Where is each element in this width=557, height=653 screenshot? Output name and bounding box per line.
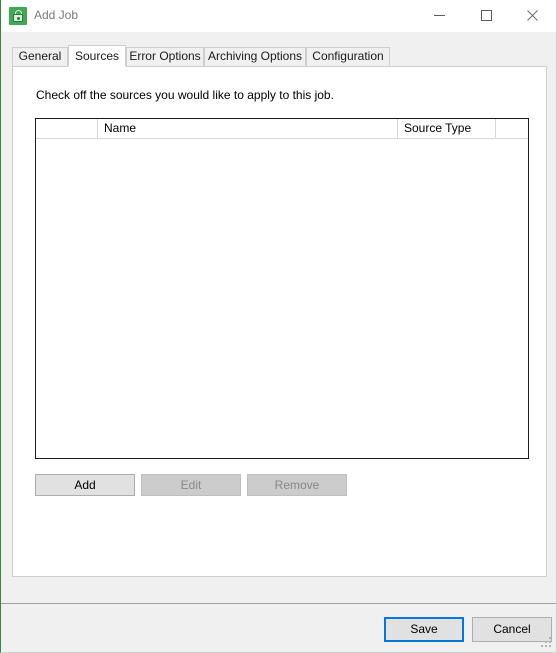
cancel-button[interactable]: Cancel [472, 617, 552, 642]
minimize-icon[interactable] [416, 0, 462, 31]
column-header-name[interactable]: Name [98, 119, 398, 138]
tab-error-options[interactable]: Error Options [126, 47, 204, 66]
tab-archiving-options[interactable]: Archiving Options [204, 47, 306, 66]
column-header-source-type[interactable]: Source Type [398, 119, 496, 138]
window-title: Add Job [34, 8, 79, 22]
resize-grip[interactable] [541, 637, 553, 649]
sources-list-view[interactable]: Name Source Type [35, 118, 529, 459]
dialog-footer: Save Cancel [1, 604, 556, 652]
tab-general[interactable]: General [12, 47, 68, 66]
close-icon[interactable] [509, 0, 555, 31]
maximize-icon[interactable] [463, 0, 509, 31]
title-bar: Add Job [1, 0, 556, 32]
column-header-checkbox[interactable] [36, 119, 98, 138]
sources-list-header: Name Source Type [36, 119, 528, 139]
tab-bar: General Sources Error Options Archiving … [12, 45, 552, 67]
tab-sources[interactable]: Sources [68, 45, 126, 67]
remove-button: Remove [247, 474, 347, 496]
tab-configuration[interactable]: Configuration [306, 47, 390, 66]
sources-list-body[interactable] [36, 139, 528, 458]
sources-tab-panel: Check off the sources you would like to … [12, 66, 547, 577]
save-button[interactable]: Save [384, 617, 464, 642]
padlock-app-icon [9, 7, 27, 25]
add-job-dialog-window: Add Job General Sources Error Options Ar… [0, 0, 557, 653]
add-button[interactable]: Add [35, 474, 135, 496]
instruction-text: Check off the sources you would like to … [36, 88, 334, 102]
column-header-filler[interactable] [496, 119, 528, 138]
edit-button: Edit [141, 474, 241, 496]
